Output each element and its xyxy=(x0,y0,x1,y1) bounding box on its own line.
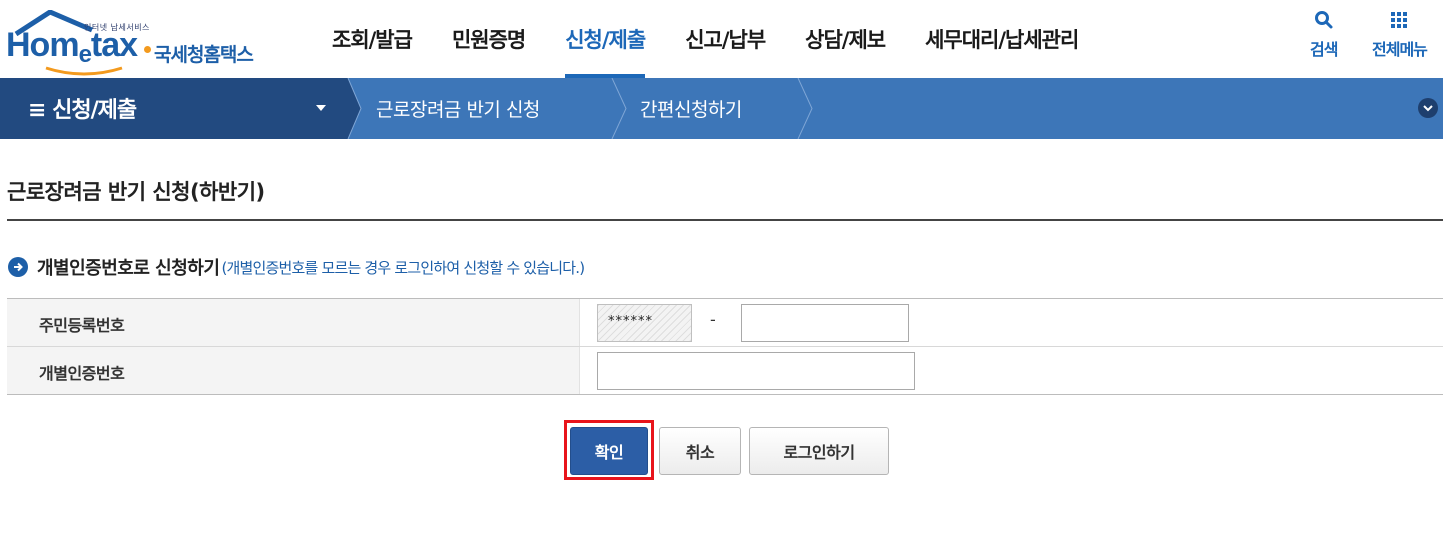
section-heading-text: 개별인증번호로 신청하기 xyxy=(37,258,220,279)
caret-down-icon xyxy=(316,105,326,111)
page-title: 근로장려금 반기 신청(하반기) xyxy=(7,180,265,204)
hometax-logo[interactable]: 인터넷 납세서비스 Hometax 국세청홈택스 xyxy=(4,8,284,76)
resident-number-masked-value: ****** xyxy=(608,314,653,329)
cert-number-label: 개별인증번호 xyxy=(39,364,125,383)
logo-korean-name: 국세청홈택스 xyxy=(154,44,254,66)
form-label-cell: 개별인증번호 xyxy=(7,347,580,394)
search-icon xyxy=(1314,11,1333,29)
form-row-resident-number: 주민등록번호 xyxy=(7,299,1443,347)
location-more-button[interactable] xyxy=(1418,98,1438,118)
section-note: (개별인증번호를 모르는 경우 로그인하여 신청할 수 있습니다.) xyxy=(221,258,585,277)
resident-number-label: 주민등록번호 xyxy=(39,316,125,335)
breadcrumb-item-wage-incentive[interactable]: 근로장려금 반기 신청 xyxy=(376,78,540,139)
cancel-button[interactable]: 취소 xyxy=(659,427,741,475)
nav-item-consult-report[interactable]: 상담/제보 xyxy=(785,0,905,78)
breadcrumb-arrow-1 xyxy=(345,78,362,139)
breadcrumb-arrow-2 xyxy=(611,78,627,139)
arrow-circle-icon xyxy=(8,257,28,277)
all-menu-label: 전체메뉴 xyxy=(1372,40,1428,59)
logo-swoosh xyxy=(45,66,123,76)
breadcrumb-arrow-3 xyxy=(797,78,813,139)
confirm-button[interactable]: 확인 xyxy=(570,427,648,475)
main-nav: 조회/발급 민원증명 신청/제출 신고/납부 상담/제보 세무대리/납세관리 xyxy=(312,0,1098,78)
chevron-down-icon xyxy=(1423,105,1433,112)
title-divider xyxy=(7,219,1443,221)
location-bar: ≡ 신청/제출 근로장려금 반기 신청 간편신청하기 xyxy=(0,78,1443,139)
nav-item-tax-agent[interactable]: 세무대리/납세관리 xyxy=(905,0,1098,78)
breadcrumb-item-simple-apply[interactable]: 간편신청하기 xyxy=(640,78,742,139)
resident-number-front-field: ****** xyxy=(597,304,692,342)
cert-number-input[interactable] xyxy=(597,352,915,390)
form-label-cell: 주민등록번호 xyxy=(7,299,580,346)
nav-item-report-pay[interactable]: 신고/납부 xyxy=(665,0,785,78)
nav-item-inquiry[interactable]: 조회/발급 xyxy=(312,0,432,78)
login-button[interactable]: 로그인하기 xyxy=(749,427,889,475)
resident-number-dash: - xyxy=(710,310,716,329)
site-header: 인터넷 납세서비스 Hometax 국세청홈택스 조회/발급 민원증명 신청/제… xyxy=(0,0,1443,78)
nav-item-civil-certificate[interactable]: 민원증명 xyxy=(432,0,545,78)
grid-icon xyxy=(1391,12,1408,28)
resident-number-back-input[interactable] xyxy=(741,304,909,342)
all-menu-button[interactable]: 전체메뉴 xyxy=(1372,10,1428,60)
search-label: 검색 xyxy=(1310,40,1338,59)
search-button[interactable]: 검색 xyxy=(1310,10,1338,60)
nav-item-apply-submit[interactable]: 신청/제출 xyxy=(545,0,665,78)
logo-wordmark: Hometax xyxy=(6,26,138,68)
menu-title: ≡ 신청/제출 xyxy=(28,98,137,123)
logo-dot xyxy=(144,46,151,53)
menu-title-dropdown[interactable]: ≡ 신청/제출 xyxy=(0,78,348,139)
section-heading: 개별인증번호로 신청하기 (개별인증번호를 모르는 경우 로그인하여 신청할 수… xyxy=(8,254,585,280)
